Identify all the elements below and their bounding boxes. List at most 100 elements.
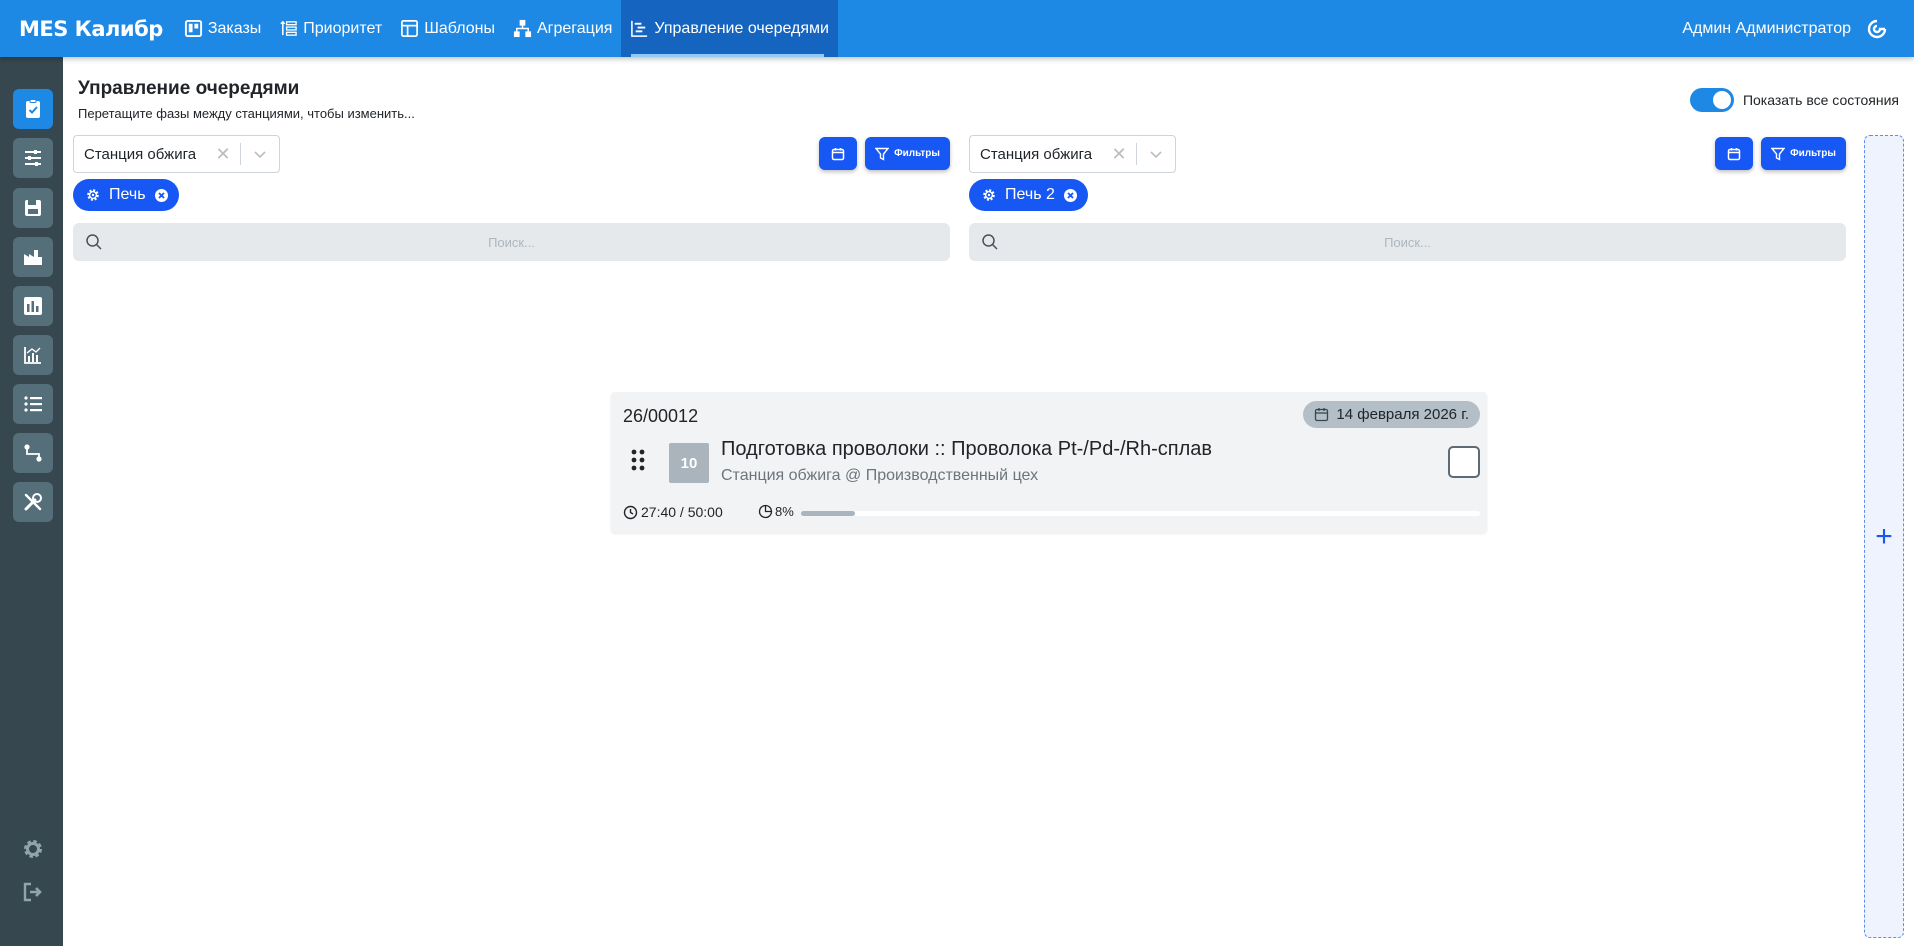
- clear-icon[interactable]: ✕: [212, 143, 234, 165]
- sidebar-item-analytics[interactable]: [13, 335, 53, 375]
- logo-icon[interactable]: [1866, 18, 1888, 40]
- priority-icon: [280, 20, 298, 36]
- gear-icon: [87, 189, 99, 201]
- nav-item-templates[interactable]: Шаблоны: [391, 0, 504, 57]
- board-icon: [184, 19, 202, 38]
- plus-icon: +: [1875, 519, 1893, 553]
- search-icon: [982, 234, 998, 250]
- main-nav: Заказы Приоритет Шаблоны Агрегация Управ…: [175, 0, 838, 57]
- sidebar-item-list[interactable]: [13, 384, 53, 424]
- progress-info: 8%: [758, 504, 794, 519]
- date-badge-text: 14 февраля 2026 г.: [1336, 406, 1469, 423]
- phase-number: 10: [669, 443, 709, 483]
- aggregation-icon: [513, 19, 532, 38]
- nav-item-orders[interactable]: Заказы: [175, 0, 270, 57]
- search-bar: [969, 223, 1846, 261]
- sidebar-item-routes[interactable]: [13, 433, 53, 473]
- station-chip[interactable]: Печь: [73, 179, 179, 211]
- save-icon: [25, 200, 41, 216]
- progress-bar: [801, 511, 1480, 516]
- station-chip[interactable]: Печь 2: [969, 179, 1088, 211]
- nav-item-queue-management[interactable]: Управление очередями: [621, 0, 838, 57]
- sidebar-item-reports[interactable]: [13, 286, 53, 326]
- calendar-icon: [1315, 408, 1329, 422]
- remove-chip-icon[interactable]: [154, 188, 169, 203]
- sidebar-logout[interactable]: [19, 878, 47, 906]
- nav-item-label: Агрегация: [536, 19, 613, 37]
- filter-icon: [1771, 147, 1786, 161]
- search-icon: [86, 234, 102, 250]
- phase-card[interactable]: 26/00012 14 февраля 2026 г. 10 Подготовк…: [611, 392, 1487, 533]
- select-divider: [240, 143, 241, 165]
- station-select-value: Станция обжига: [980, 145, 1093, 163]
- chevron-down-icon[interactable]: [249, 143, 271, 165]
- nav-item-label: Управление очередями: [654, 19, 829, 37]
- list-icon: [24, 396, 42, 412]
- user-name[interactable]: Админ Администратор: [1682, 20, 1851, 38]
- filters-button[interactable]: Фильтры: [1761, 137, 1846, 170]
- sidebar: [0, 57, 63, 946]
- station-select[interactable]: Станция обжига ✕: [969, 135, 1176, 173]
- station-select-value: Станция обжига: [84, 145, 197, 163]
- queue-icon: [631, 20, 648, 37]
- calendar-icon: [831, 147, 845, 160]
- nav-item-label: Шаблоны: [424, 19, 495, 37]
- phase-title: Подготовка проволоки :: Проволока Pt-/Pd…: [721, 438, 1213, 460]
- drag-handle-icon[interactable]: [630, 449, 646, 471]
- factory-icon: [24, 250, 42, 265]
- tools-icon: [24, 493, 42, 511]
- station-chip-label: Печь 2: [1005, 186, 1055, 203]
- calendar-button[interactable]: [1715, 137, 1753, 170]
- search-input[interactable]: [103, 234, 920, 250]
- clock-icon: [623, 505, 638, 519]
- nav-item-label: Заказы: [207, 19, 262, 37]
- bar-chart-icon: [24, 297, 42, 315]
- filters-button[interactable]: Фильтры: [865, 137, 950, 170]
- filters-button-label: Фильтры: [1790, 148, 1836, 159]
- phase-location: Станция обжига @ Производственный цех: [721, 467, 1039, 484]
- top-navbar: MES Калибр Заказы Приоритет Шаблоны Агре…: [0, 0, 1914, 57]
- date-badge: 14 февраля 2026 г.: [1303, 401, 1480, 428]
- logout-icon: [23, 882, 42, 902]
- clipboard-check-icon: [26, 99, 40, 118]
- select-divider: [1136, 143, 1137, 165]
- app-brand[interactable]: MES Калибр: [19, 17, 163, 41]
- analytics-icon: [24, 347, 41, 364]
- gear-icon: [983, 189, 995, 201]
- order-id: 26/00012: [623, 406, 699, 426]
- progress-percent: 8%: [775, 504, 794, 519]
- show-all-states-control: Показать все состояния: [1689, 88, 1899, 112]
- progress-bar-fill: [801, 511, 856, 516]
- select-checkbox[interactable]: [1448, 446, 1480, 478]
- sidebar-item-storage[interactable]: [13, 188, 53, 228]
- calendar-icon: [1727, 147, 1741, 160]
- route-icon: [24, 444, 42, 462]
- sliders-icon: [25, 150, 41, 166]
- search-input[interactable]: [999, 234, 1816, 250]
- station-select[interactable]: Станция обжига ✕: [73, 135, 280, 173]
- sidebar-item-tools[interactable]: [13, 482, 53, 522]
- sidebar-item-tasks[interactable]: [13, 89, 53, 129]
- pie-chart-icon: [758, 504, 773, 519]
- page-title: Управление очередями: [78, 78, 300, 99]
- page-subtitle: Перетащите фазы между станциями, чтобы и…: [78, 106, 415, 121]
- sidebar-settings[interactable]: [19, 835, 47, 863]
- add-column-button[interactable]: +: [1864, 135, 1904, 938]
- remove-chip-icon[interactable]: [1063, 188, 1078, 203]
- clear-icon[interactable]: ✕: [1108, 143, 1130, 165]
- filter-icon: [875, 147, 890, 161]
- sidebar-item-production[interactable]: [13, 237, 53, 277]
- station-chip-label: Печь: [109, 186, 146, 203]
- search-bar: [73, 223, 950, 261]
- filters-button-label: Фильтры: [894, 148, 940, 159]
- show-all-states-toggle[interactable]: [1689, 88, 1734, 112]
- gear-icon: [24, 840, 42, 858]
- sidebar-item-settings-sliders[interactable]: [13, 138, 53, 178]
- nav-item-label: Приоритет: [303, 19, 383, 37]
- chevron-down-icon[interactable]: [1145, 143, 1167, 165]
- nav-item-priority[interactable]: Приоритет: [270, 0, 391, 57]
- show-all-states-label: Показать все состояния: [1742, 92, 1899, 108]
- time-info: 27:40 / 50:00: [623, 504, 723, 520]
- nav-item-aggregation[interactable]: Агрегация: [504, 0, 621, 57]
- calendar-button[interactable]: [819, 137, 857, 170]
